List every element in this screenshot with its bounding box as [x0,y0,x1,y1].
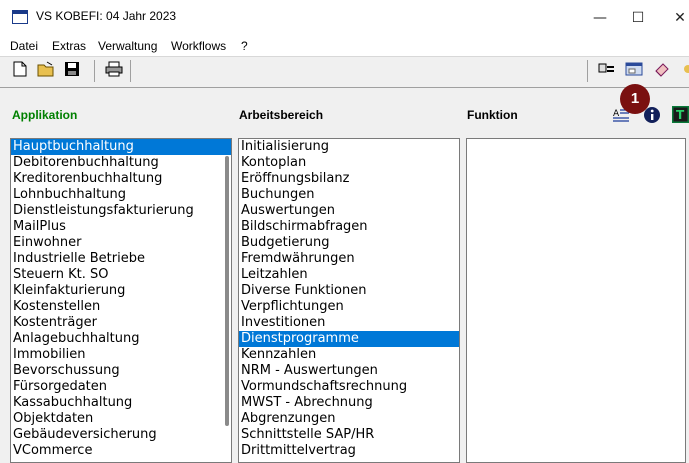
toolbar-overflow-icon[interactable] [679,61,689,81]
applikation-list-item[interactable]: Kleinfakturierung [11,283,231,299]
arbeitsbereich-list-item[interactable]: Diverse Funktionen [239,283,459,299]
applikation-list-item[interactable]: Kreditorenbuchhaltung [11,171,231,187]
applikation-list-item[interactable]: Anlagebuchhaltung [11,331,231,347]
tools-icon[interactable] [597,61,617,81]
arbeitsbereich-list-item[interactable]: Drittmittelvertrag [239,443,459,459]
window-title: VS KOBEFI: 04 Jahr 2023 [36,9,177,23]
arbeitsbereich-list-item[interactable]: MWST - Abrechnung [239,395,459,411]
menu-help[interactable]: ? [241,39,248,53]
applikation-list-item[interactable]: Dienstleistungsfakturierung [11,203,231,219]
arbeitsbereich-list-item[interactable]: Buchungen [239,187,459,203]
applikation-list-item[interactable]: Hauptbuchhaltung [11,139,231,155]
svg-text:T: T [676,108,685,122]
arbeitsbereich-list-item[interactable]: Bildschirmabfragen [239,219,459,235]
toolbar [0,56,689,88]
maximize-button[interactable]: ☐ [616,0,660,36]
applikation-list-item[interactable]: Bevorschussung [11,363,231,379]
step-badge: 1 [620,84,650,114]
arbeitsbereich-list-item[interactable]: Fremdwährungen [239,251,459,267]
applikation-list-item[interactable]: Objektdaten [11,411,231,427]
arbeitsbereich-list-item[interactable]: NRM - Auswertungen [239,363,459,379]
menu-bar: Datei Extras Verwaltung Workflows ? [0,36,689,56]
applikation-list-item[interactable]: Immobilien [11,347,231,363]
arbeitsbereich-list-item[interactable]: Vormundschaftsrechnung [239,379,459,395]
applikation-list-item[interactable]: Kostenträger [11,315,231,331]
new-file-icon[interactable] [10,61,30,81]
arbeitsbereich-list-item[interactable]: Budgetierung [239,235,459,251]
app-window-icon [12,10,28,24]
arbeitsbereich-list-item[interactable]: Dienstprogramme [239,331,459,347]
menu-workflows[interactable]: Workflows [171,39,226,53]
applikation-list-item[interactable]: VCommerce [11,443,231,459]
applikation-list-item[interactable]: Industrielle Betriebe [11,251,231,267]
applikation-list-item[interactable]: Fürsorgedaten [11,379,231,395]
arbeitsbereich-list-item[interactable]: Kontoplan [239,155,459,171]
applikation-list-item[interactable]: MailPlus [11,219,231,235]
header-funktion: Funktion [467,108,518,122]
close-button[interactable]: ✕ [658,0,689,36]
arbeitsbereich-list[interactable]: Initialisierung Kontoplan Eröffnungsbilanz… [238,138,460,463]
window-icon[interactable] [624,61,644,81]
toolbar-separator [94,60,95,82]
menu-datei[interactable]: Datei [10,39,38,53]
menu-verwaltung[interactable]: Verwaltung [98,39,157,53]
eraser-icon[interactable] [652,61,672,81]
text-toggle-icon[interactable]: T [672,106,689,124]
arbeitsbereich-list-item[interactable]: Verpflichtungen [239,299,459,315]
arbeitsbereich-list-item[interactable]: Initialisierung [239,139,459,155]
funktion-list[interactable] [466,138,686,463]
menu-extras[interactable]: Extras [52,39,86,53]
arbeitsbereich-list-item[interactable]: Auswertungen [239,203,459,219]
arbeitsbereich-list-item[interactable]: Schnittstelle SAP/HR [239,427,459,443]
applikation-list[interactable]: Hauptbuchhaltung Debitorenbuchhaltung Kred… [10,138,232,463]
applikation-list-item[interactable]: Einwohner [11,235,231,251]
applikation-items: Hauptbuchhaltung Debitorenbuchhaltung Kred… [11,139,231,459]
arbeitsbereich-list-item[interactable]: Investitionen [239,315,459,331]
toolbar-separator [130,60,131,82]
applikation-list-item[interactable]: Kassabuchhaltung [11,395,231,411]
applikation-list-item[interactable]: Gebäudeversicherung [11,427,231,443]
title-bar: VS KOBEFI: 04 Jahr 2023 — ☐ ✕ [0,0,689,36]
header-applikation: Applikation [12,108,78,122]
header-arbeitsbereich: Arbeitsbereich [239,108,324,122]
arbeitsbereich-list-item[interactable]: Leitzahlen [239,267,459,283]
applikation-list-item[interactable]: Lohnbuchhaltung [11,187,231,203]
applikation-list-item[interactable]: Steuern Kt. SO [11,267,231,283]
arbeitsbereich-list-item[interactable]: Eröffnungsbilanz [239,171,459,187]
printer-icon[interactable] [104,61,124,81]
save-disk-icon[interactable] [62,61,82,81]
arbeitsbereich-list-item[interactable]: Abgrenzungen [239,411,459,427]
arbeitsbereich-items: Initialisierung Kontoplan Eröffnungsbilanz… [239,139,459,459]
arbeitsbereich-list-item[interactable]: Kennzahlen [239,347,459,363]
applikation-list-item[interactable]: Kostenstellen [11,299,231,315]
applikation-scrollbar[interactable] [225,156,229,426]
toolbar-separator [587,60,588,82]
open-folder-icon[interactable] [36,61,56,81]
applikation-list-item[interactable]: Debitorenbuchhaltung [11,155,231,171]
